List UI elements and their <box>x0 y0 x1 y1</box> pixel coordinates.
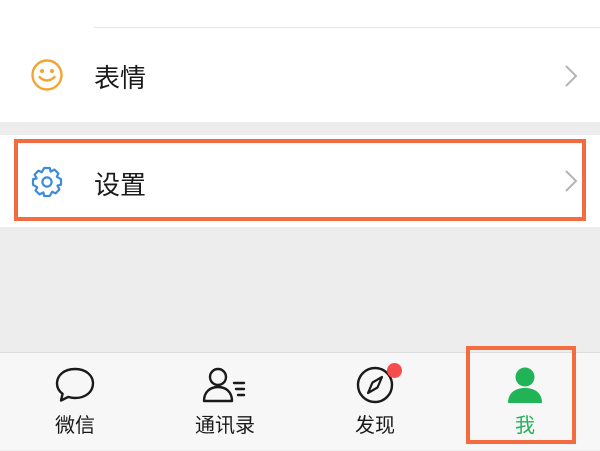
chevron-right-icon <box>565 170 578 192</box>
bottom-tab-bar: 微信 通讯录 发现 我 <box>0 352 600 450</box>
menu-card-settings: 设置 <box>0 135 600 227</box>
tab-me[interactable]: 我 <box>450 353 600 451</box>
menu-card-top: 表情 <box>0 0 600 122</box>
menu-item-settings[interactable]: 设置 <box>0 135 600 227</box>
tab-label: 发现 <box>355 413 395 437</box>
tab-label: 通讯录 <box>195 413 255 437</box>
tab-label: 微信 <box>55 413 95 437</box>
tab-contacts[interactable]: 通讯录 <box>150 353 300 451</box>
menu-item-label: 表情 <box>94 64 147 94</box>
gear-icon <box>31 166 63 198</box>
menu-item-label: 设置 <box>94 171 147 201</box>
contacts-icon <box>202 367 246 403</box>
menu-item-stickers[interactable]: 表情 <box>0 28 600 122</box>
chevron-right-icon <box>565 65 578 87</box>
person-icon <box>508 367 542 403</box>
notification-badge <box>387 363 402 378</box>
tab-chats[interactable]: 微信 <box>0 353 150 451</box>
tab-discover[interactable]: 发现 <box>300 353 450 451</box>
smiley-icon <box>31 59 63 91</box>
chat-bubble-icon <box>55 367 95 402</box>
tab-label: 我 <box>515 413 535 437</box>
